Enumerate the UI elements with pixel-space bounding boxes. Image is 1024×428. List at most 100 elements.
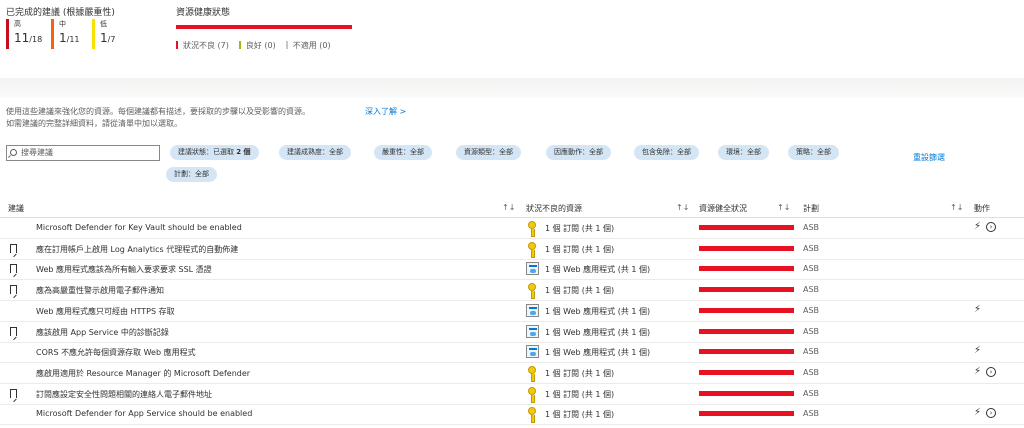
quick-fix-icon[interactable]: ⚡ [974,346,981,356]
recommendation-name[interactable]: Web 應用程式應只可經由 HTTPS 存取 [36,306,175,317]
resource-health-bar [699,225,794,230]
table-row[interactable]: 應該啟用 App Service 中的診斷記錄 1 個 Web 應用程式 (共 1… [0,322,1024,343]
legend-healthy-swatch [238,41,241,49]
filter-tactics[interactable]: 策略：全部 [788,145,839,160]
table-row[interactable]: Microsoft Defender for Key Vault should … [0,218,1024,239]
key-icon [528,283,536,300]
severity-high-total: /18 [29,35,43,44]
bookmark-icon[interactable] [10,388,17,398]
filter-initiative[interactable]: 計劃：全部 [166,167,217,182]
go-to-detail-icon[interactable]: › [986,366,996,377]
bookmark-icon[interactable] [10,243,17,253]
bookmark-icon[interactable] [10,264,17,274]
recommendation-name[interactable]: 應為高嚴重性警示啟用電子郵件通知 [36,285,164,296]
table-header: 建議 ↑↓ 狀況不良的資源 ↑↓ 資源健全狀況 ↑↓ 計劃 ↑↓ 動作 [0,199,1024,218]
filter-environment[interactable]: 環境：全部 [718,145,769,160]
column-header-unhealthy-resources[interactable]: 狀況不良的資源 [526,203,582,214]
resource-health-bar [699,266,794,272]
severity-high-label: 高 [14,20,21,28]
resource-health-bar [699,411,794,417]
recommendation-name[interactable]: 應啟用適用於 Resource Manager 的 Microsoft Defe… [36,368,250,379]
table-row[interactable]: 應為高嚴重性警示啟用電子郵件通知 1 個 訂閱 (共 1 個) ASB [0,280,1024,302]
plan: ASB [803,305,820,315]
resource-health-bar [176,25,352,29]
quick-fix-icon[interactable]: ⚡ [974,408,981,418]
recommendation-name[interactable]: CORS 不應允許每個資源存取 Web 應用程式 [36,347,196,358]
quick-fix-icon[interactable]: ⚡ [974,222,981,232]
sort-plan-icon[interactable]: ↑↓ [950,203,963,212]
resource-health-bar [699,307,794,313]
search-placeholder: 搜尋建議 [21,148,53,157]
filter-include-exemptions[interactable]: 包含免除：全部 [634,145,699,160]
resource-health-legend: 狀況不良 (7) 良好 (0) 不適用 (0) [176,40,331,51]
webapp-icon [526,324,539,338]
quick-fix-icon[interactable]: ⚡ [974,366,981,377]
recommendation-name[interactable]: 應該啟用 App Service 中的診斷記錄 [36,327,169,338]
reset-filters-link[interactable]: 重設篩選 [913,152,945,163]
severity-medium-done: 1 [59,31,67,45]
completed-by-severity-title: 已完成的建議 (根據嚴重性) [6,8,115,18]
unhealthy-resources: 1 個 訂閱 (共 1 個) [545,244,615,254]
unhealthy-resources: 1 個 訂閱 (共 1 個) [545,286,615,296]
table-row[interactable]: 應在訂用帳戶上啟用 Log Analytics 代理程式的自動佈建 1 個 訂閱 … [0,239,1024,260]
description-line-2: 如需建議的完整詳細資料，請從清單中加以選取。 [6,119,182,128]
unhealthy-resources: 1 個 訂閱 (共 1 個) [545,224,615,233]
recommendation-name[interactable]: Microsoft Defender for App Service shoul… [36,409,252,418]
table-row[interactable]: Microsoft Defender for App Service shoul… [0,404,1024,426]
plan: ASB [803,409,820,419]
bookmark-icon[interactable] [10,285,17,295]
table-row[interactable]: Web 應用程式應只可經由 HTTPS 存取 1 個 Web 應用程式 (共 1 … [0,301,1024,322]
resource-health-bar [699,369,794,375]
bookmark-icon[interactable] [10,326,17,336]
section-divider [0,78,1024,98]
sort-unhealthy-icon[interactable]: ↑↓ [676,203,689,212]
unhealthy-resources: 1 個 訂閱 (共 1 個) [545,389,615,399]
table-row[interactable]: Web 應用程式應該為所有輸入要求要求 SSL 憑證 1 個 Web 應用程式 (… [0,259,1024,281]
unhealthy-resources: 1 個 Web 應用程式 (共 1 個) [545,348,651,358]
learn-more-link[interactable]: 深入了解 > [365,106,406,117]
recommendation-name[interactable]: 訂閱應設定安全性問題相關的連絡人電子郵件地址 [36,389,212,400]
filter-response-action[interactable]: 因應動作：全部 [546,145,611,160]
key-icon [528,365,536,382]
summary-panel: 已完成的建議 (根據嚴重性) 高 11/18 中 1/11 低 1/7 資源健康… [0,0,1024,78]
description-line-1: 使用這些建議來強化您的資源。每個建議都有描述，要採取的步驟以及受影響的資源。 [6,107,310,116]
column-header-actions: 動作 [974,204,990,213]
key-icon [528,221,536,237]
column-header-recommendation[interactable]: 建議 [8,203,24,214]
severity-low-done: 1 [100,31,108,45]
recommendation-name[interactable]: Microsoft Defender for Key Vault should … [36,223,242,232]
severity-low: 低 1/7 [92,19,115,49]
legend-unhealthy-swatch [176,41,178,49]
severity-medium-label: 中 [59,20,66,28]
severity-medium-total: /11 [66,35,80,44]
column-header-plan[interactable]: 計劃 [803,203,819,214]
plan: ASB [803,347,820,357]
unhealthy-resources: 1 個 訂閱 (共 1 個) [545,368,615,378]
webapp-icon [526,262,539,276]
filter-recommendation-status[interactable]: 建議狀態：已選取 2 個 [170,145,259,160]
key-icon [528,241,536,258]
unhealthy-resources: 1 個 Web 應用程式 (共 1 個) [545,265,651,275]
sort-health-icon[interactable]: ↑↓ [777,203,790,212]
sort-recommendation-icon[interactable]: ↑↓ [502,203,515,212]
filter-recommendation-maturity[interactable]: 建議成熟度：全部 [279,145,351,160]
recommendation-name[interactable]: Web 應用程式應該為所有輸入要求要求 SSL 憑證 [36,264,212,275]
filter-resource-type[interactable]: 資源類型：全部 [456,145,521,160]
legend-not-applicable-swatch [285,41,288,49]
plan: ASB [803,367,820,377]
go-to-detail-icon[interactable]: › [986,408,996,419]
plan: ASB [803,264,820,274]
search-input[interactable]: 搜尋建議 [6,145,160,161]
table-row[interactable]: CORS 不應允許每個資源存取 Web 應用程式 1 個 Web 應用程式 (共 … [0,342,1024,364]
legend-unhealthy: 狀況不良 (7) [176,40,229,51]
quick-fix-icon[interactable]: ⚡ [974,304,981,315]
recommendation-name[interactable]: 應在訂用帳戶上啟用 Log Analytics 代理程式的自動佈建 [36,244,238,255]
go-to-detail-icon[interactable]: › [986,222,996,232]
key-icon [528,386,536,403]
plan: ASB [803,285,820,295]
unhealthy-resources: 1 個 Web 應用程式 (共 1 個) [545,306,651,316]
filter-severity[interactable]: 嚴重性：全部 [374,145,432,160]
column-header-resource-health[interactable]: 資源健全狀況 [699,203,747,214]
table-row[interactable]: 訂閱應設定安全性問題相關的連絡人電子郵件地址 1 個 訂閱 (共 1 個) ASB [0,384,1024,405]
table-row[interactable]: 應啟用適用於 Resource Manager 的 Microsoft Defe… [0,363,1024,384]
